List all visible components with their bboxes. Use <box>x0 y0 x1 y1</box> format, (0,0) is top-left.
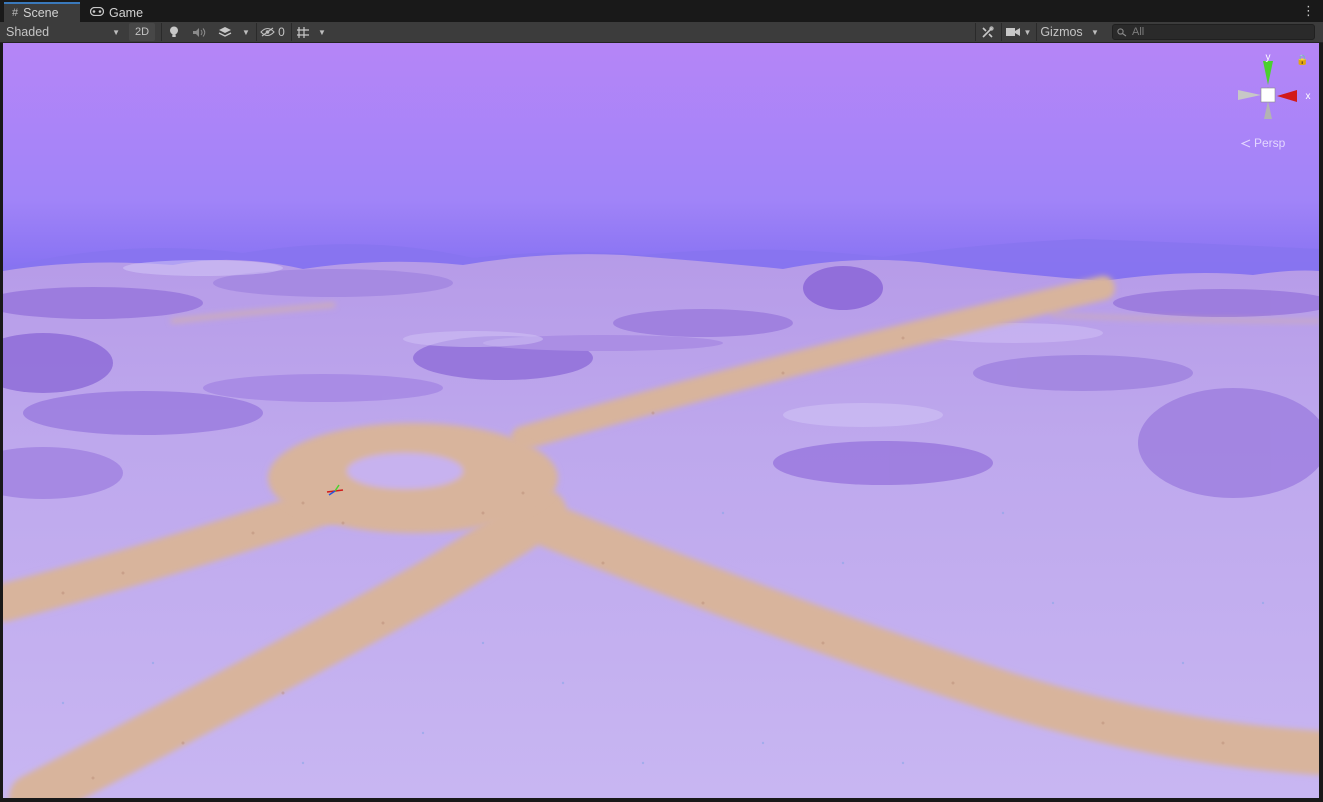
scene-visibility-toggle[interactable]: 0 <box>256 23 288 41</box>
toggle-2d-button[interactable]: 2D <box>129 23 155 41</box>
chevron-down-icon: ▼ <box>242 27 250 37</box>
speaker-icon <box>193 27 206 37</box>
tab-scene-label: Scene <box>23 6 59 20</box>
camera-settings-button[interactable]: ▼ <box>1001 23 1035 41</box>
chevron-down-icon: ▼ <box>1023 27 1032 37</box>
search-placeholder: All <box>1132 26 1145 38</box>
window-bottom-border <box>0 798 1323 802</box>
chevron-down-icon: ▼ <box>1091 27 1099 37</box>
more-options-icon[interactable]: ⋮ <box>1302 3 1315 19</box>
effects-toggle-button[interactable] <box>213 23 237 41</box>
tools-icon <box>982 25 994 38</box>
lock-icon[interactable]: 🔒 <box>1296 55 1308 66</box>
tab-game-label: Game <box>109 5 144 20</box>
hidden-object-count: 0 <box>278 25 285 39</box>
projection-toggle[interactable]: Persp <box>1241 136 1285 150</box>
gizmos-toggle-button[interactable]: Gizmos <box>1036 23 1086 41</box>
camera-icon <box>1005 28 1020 36</box>
chevron-down-icon: ▼ <box>112 27 120 37</box>
projection-label: Persp <box>1254 136 1286 150</box>
chevron-down-icon: ▼ <box>318 27 326 37</box>
scene-toolbar: Shaded ▼ 2D ▼ 0 ▼ ▼ Gizmos ▼ All <box>0 22 1323 43</box>
axis-y-label: y <box>1266 52 1271 63</box>
perspective-icon <box>1241 138 1251 148</box>
grid-dropdown[interactable]: ▼ <box>315 23 329 41</box>
tab-scene[interactable]: # Scene <box>4 2 80 22</box>
draw-mode-label: Shaded <box>6 25 50 39</box>
editor-tab-bar: # Scene Game ⋮ <box>0 0 1323 22</box>
tab-game[interactable]: Game <box>82 3 152 22</box>
hierarchy-search-field[interactable]: All <box>1112 24 1315 40</box>
hash-icon: # <box>12 7 19 19</box>
search-icon <box>1117 27 1127 36</box>
draw-mode-dropdown[interactable]: Shaded ▼ <box>0 23 126 41</box>
effects-dropdown[interactable]: ▼ <box>239 23 253 41</box>
gamepad-icon <box>89 6 105 19</box>
scene-viewport[interactable]: y x 🔒 Persp <box>3 43 1319 798</box>
audio-toggle-button[interactable] <box>187 23 211 41</box>
terrain-scene <box>3 43 1319 798</box>
lightbulb-icon <box>169 26 178 37</box>
layers-icon <box>218 27 232 37</box>
axis-x-label: x <box>1306 91 1311 102</box>
tools-button[interactable] <box>975 23 999 41</box>
grid-icon <box>296 26 309 38</box>
grid-toggle-button[interactable] <box>291 23 313 41</box>
lighting-toggle-button[interactable] <box>161 23 185 41</box>
gizmos-dropdown[interactable]: ▼ <box>1087 23 1103 41</box>
hidden-eye-icon <box>260 27 275 37</box>
